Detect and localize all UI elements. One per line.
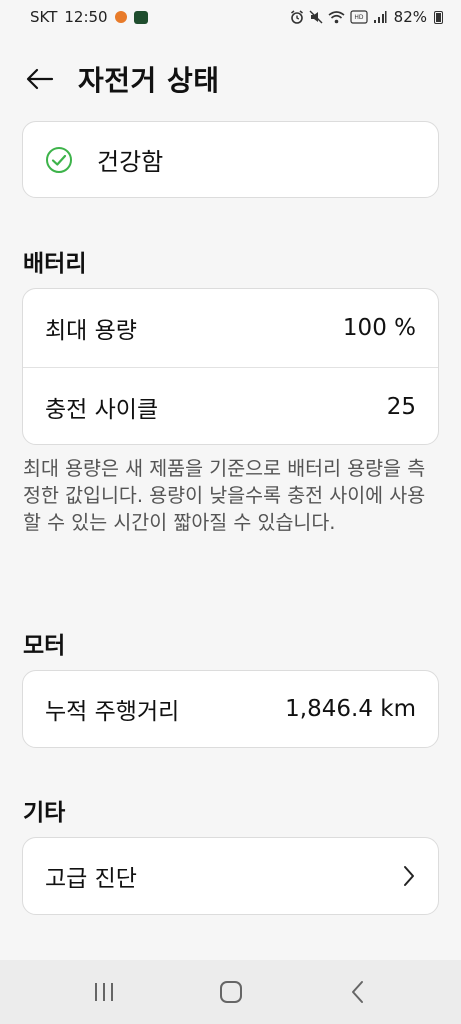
battery-note: 최대 용량은 새 제품을 기준으로 배터리 용량을 측정한 값입니다. 용량이 …: [23, 457, 426, 534]
odometer-label: 누적 주행거리: [45, 699, 180, 725]
charge-cycle-value: 25: [386, 393, 416, 420]
battery-percent: 82%: [393, 8, 427, 26]
check-circle-icon: [46, 146, 72, 173]
wifi-icon: [328, 11, 345, 24]
nav-back-button[interactable]: [328, 967, 388, 1017]
back-icon: [351, 981, 363, 1003]
clock: 12:50: [64, 8, 108, 26]
svg-text:HD: HD: [354, 14, 364, 21]
charge-cycle-row: 충전 사이클 25: [23, 367, 438, 445]
charge-cycle-label: 충전 사이클: [45, 396, 159, 423]
system-navigation-bar: [0, 960, 461, 1024]
home-icon: [219, 981, 242, 1003]
advanced-diagnostics-label: 고급 진단: [45, 866, 137, 892]
health-status-card: 건강함: [22, 121, 439, 198]
advanced-diagnostics-card[interactable]: 고급 진단: [22, 837, 439, 915]
advanced-diagnostics-row[interactable]: 고급 진단: [23, 838, 438, 914]
notification-app-icon: [114, 11, 127, 23]
motor-card: 누적 주행거리 1,846.4 km: [22, 670, 439, 748]
signal-icon: [373, 11, 387, 23]
recent-apps-button[interactable]: [74, 967, 134, 1017]
battery-section-title: 배터리: [23, 251, 87, 277]
motor-section-title: 모터: [23, 633, 66, 659]
max-capacity-label: 최대 용량: [45, 318, 137, 344]
back-button[interactable]: [24, 63, 56, 95]
battery-card: 최대 용량 100 % 충전 사이클 25: [22, 288, 439, 445]
etc-section-title: 기타: [23, 800, 66, 826]
max-capacity-row: 최대 용량 100 %: [23, 289, 438, 367]
arrow-left-icon: [26, 68, 54, 90]
status-bar-right: HD 82%: [290, 8, 443, 26]
max-capacity-value: 100 %: [342, 315, 416, 341]
carrier-label: SKT: [30, 8, 58, 26]
health-status-label: 건강함: [97, 148, 164, 176]
status-bar: SKT 12:50 HD 82%: [0, 0, 461, 34]
hd-voice-icon: HD: [350, 10, 368, 24]
recent-apps-icon: [94, 983, 113, 1001]
mute-icon: [309, 10, 323, 24]
chevron-right-icon: [404, 866, 414, 886]
alarm-icon: [290, 10, 303, 24]
notification-app-icon-2: [133, 10, 148, 24]
odometer-row: 누적 주행거리 1,846.4 km: [23, 671, 438, 747]
app-header: 자전거 상태: [0, 48, 461, 110]
home-button[interactable]: [201, 967, 261, 1017]
battery-icon: [434, 10, 443, 24]
page-title: 자전거 상태: [78, 64, 220, 97]
odometer-value: 1,846.4 km: [285, 696, 416, 722]
status-bar-left: SKT 12:50: [30, 8, 148, 26]
